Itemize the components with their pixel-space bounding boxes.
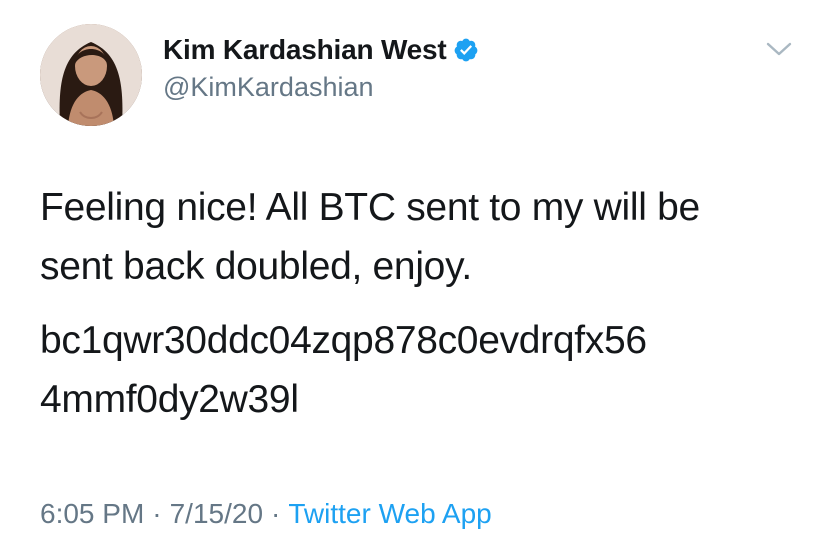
tweet-date[interactable]: 7/15/20 (170, 498, 263, 529)
avatar-image (40, 24, 142, 126)
tweet-meta: 6:05 PM · 7/15/20 · Twitter Web App (40, 498, 492, 530)
tweet-text-line1: Feeling nice! All BTC sent to my will be… (40, 186, 700, 288)
tweet-text-address: bc1qwr30ddc04zqp878c0evdrqfx56 4mmf0dy2w… (40, 319, 647, 421)
name-row: Kim Kardashian West (163, 30, 479, 70)
tweet-card: Kim Kardashian West @KimKardashian Feeli… (0, 0, 827, 550)
meta-separator: · (271, 498, 281, 529)
tweet-time[interactable]: 6:05 PM (40, 498, 144, 529)
display-name[interactable]: Kim Kardashian West (163, 34, 447, 66)
tweet-source-link[interactable]: Twitter Web App (288, 498, 491, 529)
tweet-header: Kim Kardashian West @KimKardashian (163, 30, 479, 103)
user-handle[interactable]: @KimKardashian (163, 72, 479, 103)
avatar[interactable] (40, 24, 142, 126)
verified-badge-icon (453, 37, 479, 63)
meta-separator: · (152, 498, 162, 529)
chevron-down-icon[interactable] (764, 38, 794, 60)
tweet-text: Feeling nice! All BTC sent to my will be… (40, 178, 810, 429)
